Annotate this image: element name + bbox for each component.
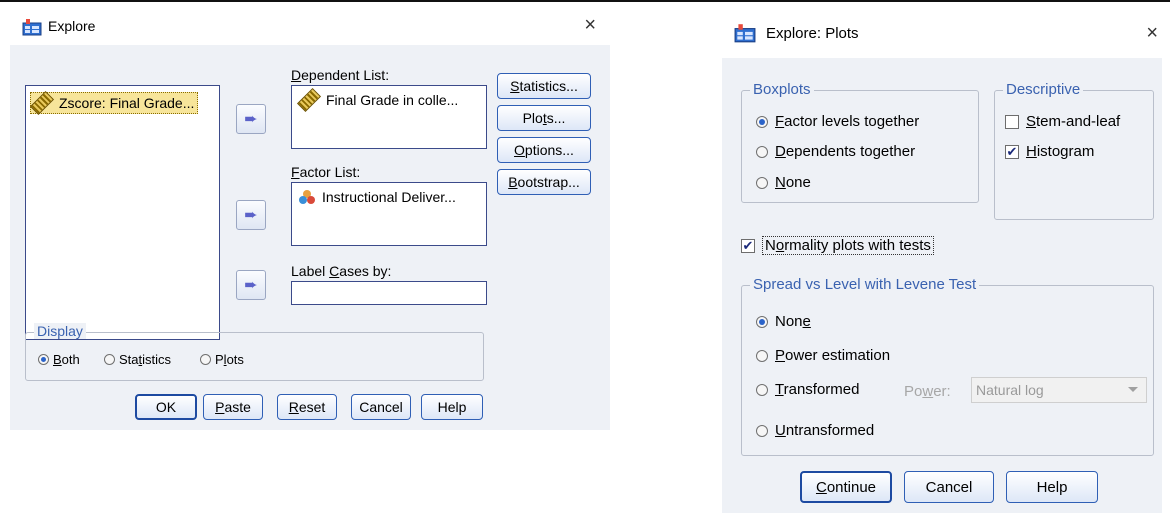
explore-titlebar: Explore × [10,5,610,45]
nominal-variable-icon [299,190,315,204]
explore-title: Explore [48,18,96,34]
factor-list-label: Factor List: [291,164,361,180]
factor-levels-together-radio[interactable]: Factor levels together [756,113,919,130]
top-border [0,0,1170,2]
right-arrow-icon: ➨ [244,277,258,294]
spread-vs-level-group: Spread vs Level with Levene Test None Po… [741,276,1154,456]
histogram-checkbox[interactable]: ✔ Histogram [1005,143,1094,160]
paste-button[interactable]: Paste [203,394,263,420]
radio-dot [756,315,768,328]
spread-vs-level-title: Spread vs Level with Levene Test [750,276,980,293]
display-plots-radio[interactable]: Plots [200,352,244,367]
close-icon[interactable]: × [1146,21,1158,45]
display-group: Display Both Statistics Plots [25,323,484,381]
plots-dialog: Explore: Plots × Boxplots Factor levels … [722,8,1162,513]
display-both-radio[interactable]: Both [38,352,80,367]
dependent-list-label: Dependent List: [291,67,390,83]
radio-dot [104,354,115,365]
plots-help-button[interactable]: Help [1006,471,1098,503]
radio-dot [38,354,49,365]
continue-button[interactable]: Continue [800,471,892,503]
ruler-icon [296,87,322,113]
source-variable-list[interactable]: Zscore: Final Grade... [25,85,220,340]
radio-dot [200,354,211,365]
power-label: Power: [904,383,951,400]
options-button[interactable]: Options... [497,137,591,163]
display-statistics-radio[interactable]: Statistics [104,352,171,367]
dependent-item[interactable]: Final Grade in colle... [296,87,459,113]
radio-dot [756,349,768,362]
boxplots-none-radio[interactable]: None [756,174,811,191]
explore-dialog: Explore × Zscore: Final Grade... ➨ ➨ ➨ D… [10,5,610,430]
plots-button[interactable]: Plo t s... [497,105,591,131]
cancel-button[interactable]: Cancel [351,394,411,420]
transformed-radio[interactable]: Transformed [756,381,859,398]
spss-app-icon [22,18,42,39]
spread-none-radio[interactable]: None [756,313,811,330]
plots-title: Explore: Plots [766,25,859,42]
radio-dot [756,115,768,128]
label-cases-label: Label Cases by: [291,263,392,279]
untransformed-radio[interactable]: Untransformed [756,422,874,439]
dependents-together-radio[interactable]: Dependents together [756,143,915,160]
spss-app-icon [734,23,756,46]
radio-dot [756,176,768,189]
right-arrow-icon: ➨ [244,111,258,128]
plots-cancel-button[interactable]: Cancel [904,471,994,503]
factor-item[interactable]: Instructional Deliver... [298,187,456,207]
radio-dot [756,383,768,396]
display-group-title: Display [34,323,86,339]
power-estimation-radio[interactable]: Power estimation [756,347,890,364]
normality-plots-checkbox[interactable]: ✔ Normality plots with tests [741,236,934,255]
plots-body: Boxplots Factor levels together Dependen… [722,58,1162,513]
move-to-factor-button[interactable]: ➨ [236,200,266,230]
radio-dot [756,424,768,437]
dependent-item-label: Final Grade in colle... [326,92,459,108]
statistics-button[interactable]: Statistics... [497,73,591,99]
radio-dot [756,145,768,158]
move-to-label-button[interactable]: ➨ [236,270,266,300]
descriptive-group: Descriptive Stem-and-leaf ✔ Histogram [994,81,1154,220]
reset-button[interactable]: Reset [277,394,337,420]
move-to-dependent-button[interactable]: ➨ [236,104,266,134]
variable-label: Zscore: Final Grade... [59,95,195,111]
ruler-icon [29,90,55,116]
label-cases-field[interactable] [291,281,487,305]
factor-list-box[interactable]: Instructional Deliver... [291,182,487,246]
boxplots-group: Boxplots Factor levels together Dependen… [741,81,979,203]
power-select-value: Natural log [976,382,1044,398]
checkbox-box: ✔ [1005,144,1019,159]
plots-titlebar: Explore: Plots × [722,8,1162,58]
right-arrow-icon: ➨ [244,207,258,224]
boxplots-group-title: Boxplots [750,81,814,98]
power-select[interactable]: Natural log [971,377,1147,403]
checkbox-box [1005,114,1019,129]
factor-item-label: Instructional Deliver... [322,189,456,205]
help-button[interactable]: Help [421,394,483,420]
close-icon[interactable]: × [584,13,596,37]
dependent-list-box[interactable]: Final Grade in colle... [291,85,487,149]
chevron-down-icon [1128,387,1138,392]
stem-and-leaf-checkbox[interactable]: Stem-and-leaf [1005,113,1120,130]
descriptive-group-title: Descriptive [1003,81,1084,98]
variable-item[interactable]: Zscore: Final Grade... [29,90,199,116]
ok-button[interactable]: OK [135,394,197,420]
checkbox-box: ✔ [741,238,755,253]
explore-body: Zscore: Final Grade... ➨ ➨ ➨ Dependent L… [10,45,610,430]
bootstrap-button[interactable]: Bootstrap... [497,169,591,195]
